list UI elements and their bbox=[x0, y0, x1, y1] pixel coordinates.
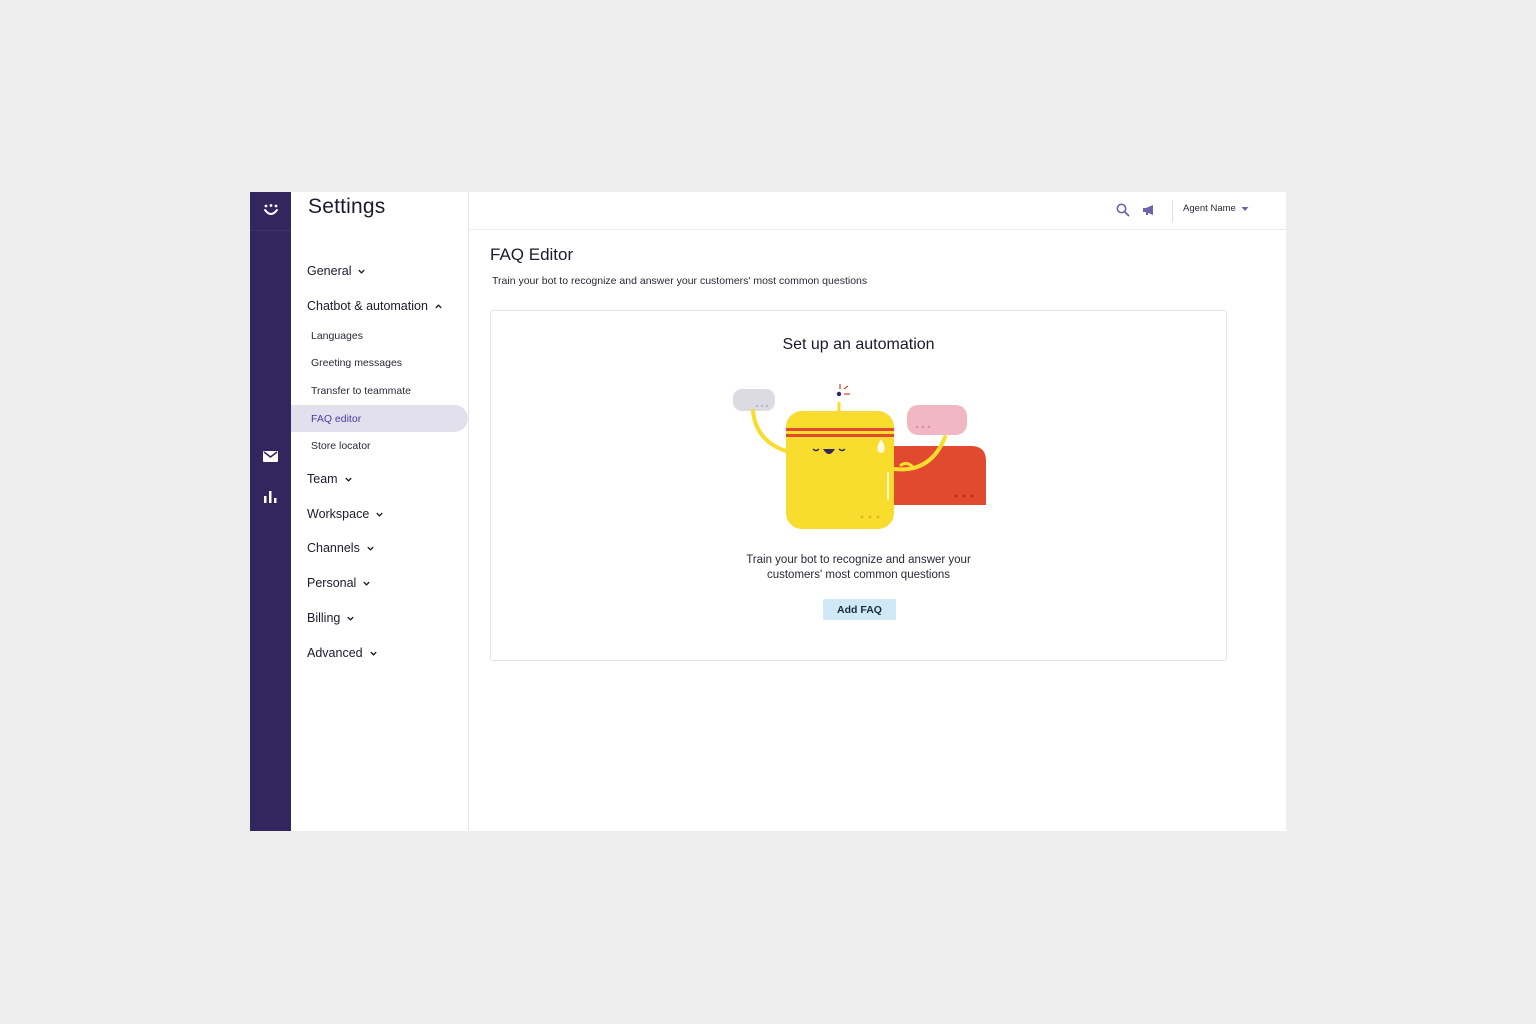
chevron-down-icon bbox=[376, 512, 383, 517]
sidebar-item-transfer-to-teammate[interactable]: Transfer to teammate bbox=[291, 377, 468, 404]
nav-group-billing[interactable]: Billing bbox=[307, 611, 355, 625]
add-faq-button[interactable]: Add FAQ bbox=[823, 599, 896, 620]
nav-group-label: Workspace bbox=[307, 507, 370, 521]
nav-group-label: Chatbot & automation bbox=[307, 299, 428, 313]
nav-group-general[interactable]: General bbox=[307, 264, 366, 278]
nav-group-workspace[interactable]: Workspace bbox=[307, 507, 384, 521]
agent-name: Agent Name bbox=[1183, 203, 1236, 214]
sidebar-item-languages[interactable]: Languages bbox=[291, 322, 468, 349]
chevron-up-icon bbox=[435, 303, 442, 308]
sidebar-item-greeting-messages[interactable]: Greeting messages bbox=[291, 349, 468, 376]
search-icon[interactable] bbox=[1115, 202, 1131, 218]
chevron-down-icon bbox=[369, 651, 377, 656]
nav-group-label: Channels bbox=[307, 541, 360, 555]
chevron-down-icon bbox=[363, 581, 371, 586]
page-title: FAQ Editor bbox=[490, 245, 574, 264]
nav-group-label: Personal bbox=[307, 576, 357, 590]
nav-group-label: Advanced bbox=[307, 646, 363, 660]
nav-group-label: Billing bbox=[307, 611, 341, 625]
nav-group-chatbot-automation[interactable]: Chatbot & automation bbox=[307, 299, 443, 313]
nav-group-channels[interactable]: Channels bbox=[307, 541, 375, 555]
top-bar: Agent Name bbox=[469, 192, 1286, 230]
agent-menu[interactable]: Agent Name bbox=[1183, 203, 1249, 214]
megaphone-icon[interactable] bbox=[1141, 202, 1157, 218]
bar-chart-icon[interactable] bbox=[250, 483, 291, 511]
nav-group-advanced[interactable]: Advanced bbox=[307, 646, 378, 660]
icon-rail bbox=[250, 192, 291, 831]
card-description-line1: Train your bot to recognize and answer y… bbox=[746, 554, 971, 566]
bot-illustration bbox=[733, 384, 986, 529]
nav-group-label: General bbox=[307, 264, 352, 278]
settings-sidebar: Settings General Chatbot & automation La… bbox=[291, 192, 469, 831]
mail-icon[interactable] bbox=[250, 442, 291, 470]
card-title: Set up an automation bbox=[782, 336, 935, 353]
main-content: Agent Name FAQ Editor Train your bot to … bbox=[469, 192, 1286, 831]
automation-card: Set up an automation Train your bot to r… bbox=[490, 310, 1227, 661]
card-description: Train your bot to recognize and answer y… bbox=[491, 553, 1226, 583]
nav-group-label: Team bbox=[307, 472, 338, 486]
chevron-down-icon bbox=[347, 616, 355, 621]
nav-group-team[interactable]: Team bbox=[307, 472, 353, 486]
card-description-line2: customers' most common questions bbox=[766, 569, 951, 581]
topbar-divider bbox=[1172, 200, 1173, 222]
app-window: Settings General Chatbot & automation La… bbox=[250, 192, 1286, 831]
chevron-down-icon bbox=[367, 546, 374, 551]
sidebar-title: Settings bbox=[308, 195, 386, 218]
chevron-down-icon bbox=[358, 269, 366, 274]
chevron-down-icon bbox=[344, 477, 352, 482]
nav-group-personal[interactable]: Personal bbox=[307, 576, 371, 590]
sidebar-item-faq-editor[interactable]: FAQ editor bbox=[291, 405, 468, 432]
sidebar-item-store-locator[interactable]: Store locator bbox=[291, 432, 468, 459]
smiley-logo-icon[interactable] bbox=[250, 192, 291, 231]
page-subtitle: Train your bot to recognize and answer y… bbox=[492, 275, 868, 287]
caret-down-icon bbox=[1241, 206, 1249, 211]
